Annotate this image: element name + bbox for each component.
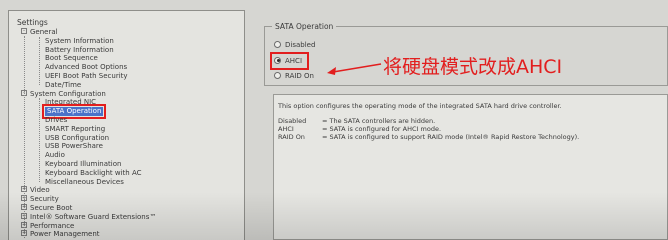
radio-disabled-indicator[interactable] [274,40,281,48]
tree-item-battery-information[interactable]: Battery Information [45,46,114,55]
tree-item-miscellaneous-devices[interactable]: Miscellaneous Devices [45,178,124,187]
tree-item-smart-reporting[interactable]: SMART Reporting [45,125,105,134]
collapse-icon[interactable]: - [21,28,27,34]
tree-item-label: Boot Sequence [45,54,98,63]
tree-item-label: Video [30,186,50,195]
tree-item-label: Performance [30,221,75,230]
radio-ahci-indicator[interactable] [274,56,281,64]
tree-item-keyboard-illumination[interactable]: Keyboard Illumination [45,160,121,169]
tree-item-system-information[interactable]: System Information [45,37,114,46]
tree-item-label: System Information [45,36,114,45]
radio-raid-on[interactable]: RAID On [274,71,314,81]
tree-item-general[interactable]: - General [21,28,58,37]
tree-connector-line [24,36,25,239]
tree-item-date-time[interactable]: Date/Time [45,81,81,90]
help-row-disabled: Disabled = The SATA controllers are hidde… [278,117,435,125]
tree-item-secure-boot[interactable]: + Secure Boot [21,204,72,213]
sata-group-title: SATA Operation [272,22,337,31]
help-row-raid: RAID On = SATA is configured to support R… [278,133,579,141]
tree-item-advanced-boot-options[interactable]: Advanced Boot Options [45,63,127,72]
tree-item-label: USB Configuration [45,133,110,142]
tree-item-label: UEFI Boot Path Security [45,72,128,80]
bios-screen: Settings - General System Information Batte… [0,0,668,240]
tree-item-label: Date/Time [45,80,82,89]
radio-disabled[interactable]: Disabled [274,40,315,50]
tree-item-label: Security [30,195,59,204]
tree-item-integrated-nic[interactable]: Integrated NIC [45,98,96,107]
tree-item-label: Miscellaneous Devices [45,177,124,186]
help-key: AHCI [278,125,294,133]
tree-item-label: Advanced Boot Options [45,63,128,72]
help-row-ahci: AHCI = SATA is configured for AHCI mode. [278,125,441,133]
help-key: Disabled [278,117,307,125]
tree-item-keyboard-backlight-with-ac[interactable]: Keyboard Backlight with AC [45,169,142,178]
tree-item-label: Drives [45,116,68,124]
tree-item-label: Battery Information [45,45,114,54]
tree-item-drives[interactable]: Drives [45,116,67,125]
annotation-arrow-icon [327,63,382,75]
help-key: RAID On [278,133,305,141]
radio-raid-on-label: RAID On [285,72,314,80]
tree-item-label: Audio [45,151,65,160]
tree-item-performance[interactable]: + Performance [21,221,75,231]
tree-item-label: Power Management [30,230,100,239]
radio-ahci-label: AHCI [285,57,303,65]
help-panel: This option configures the operating mod… [273,94,668,240]
tree-item-label: Secure Boot [30,204,73,212]
radio-raid-on-indicator[interactable] [274,71,281,79]
tree-item-label: General [30,28,58,36]
tree-item-label: Keyboard Backlight with AC [45,168,142,177]
tree-item-uefi-boot-path-security[interactable]: UEFI Boot Path Security [45,72,128,81]
help-value: = The SATA controllers are hidden. [322,117,436,125]
tree-item-security[interactable]: + Security [21,195,59,204]
tree-item-system-configuration[interactable]: - System Configuration [21,89,106,99]
tree-item-usb-configuration[interactable]: USB Configuration [45,134,109,143]
tree-item-boot-sequence[interactable]: Boot Sequence [45,54,98,63]
tree-item-label: SMART Reporting [45,124,106,133]
radio-ahci[interactable]: AHCI [269,52,310,70]
tree-item-video[interactable]: + Video [21,186,50,195]
help-value: = SATA is configured to support RAID mod… [322,133,580,141]
tree-item-label: SATA Operation [47,107,102,116]
tree-connector-line [39,36,40,86]
tree-item-usb-powershare[interactable]: USB PowerShare [45,142,103,151]
tree-item-label: System Configuration [30,89,106,98]
tree-item-audio[interactable]: Audio [45,151,65,160]
settings-tree-panel: Settings - General System Information Batte… [8,10,245,240]
tree-item-power-management[interactable]: + Power Management [21,230,100,239]
help-value: = SATA is configured for AHCI mode. [322,125,442,133]
tree-item-label: Keyboard Illumination [45,160,122,168]
tree-item-label: USB PowerShare [45,142,103,151]
annotation-text: 将硬盘模式改成AHCI [383,56,563,78]
tree-item-label: Intel® Software Guard Extensions™ [30,212,157,221]
tree-item-intel-software-guard-extensions[interactable]: + Intel® Software Guard Extensions™ [21,212,157,222]
tree-title: Settings [17,18,48,27]
tree-connector-line [39,98,40,182]
tree-item-sata-operation[interactable]: SATA Operation [41,104,107,120]
help-description: This option configures the operating mod… [278,102,562,110]
tree-item-label: Integrated NIC [45,98,97,107]
radio-disabled-label: Disabled [285,41,316,49]
